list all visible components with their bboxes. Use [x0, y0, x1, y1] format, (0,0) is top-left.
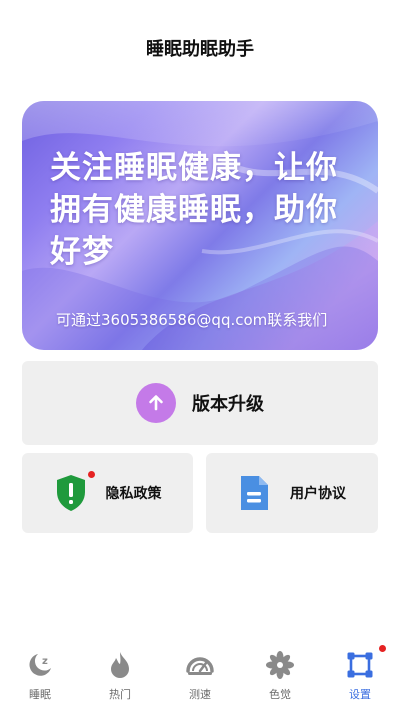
tab-color-vision[interactable]: 色觉: [240, 640, 320, 711]
page-title: 睡眠助眠助手: [146, 39, 254, 60]
privacy-policy-button[interactable]: 隐私政策: [22, 453, 193, 533]
flame-icon: [105, 650, 135, 680]
banner-contact-text: 可通过3605386586@qq.com联系我们: [56, 311, 328, 329]
tab-speed-test[interactable]: 测速: [160, 640, 240, 711]
upgrade-button[interactable]: 版本升级: [22, 361, 378, 445]
user-agreement-button[interactable]: 用户协议: [206, 453, 378, 533]
speedometer-icon: [185, 650, 215, 680]
shield-alert-icon: [54, 471, 95, 513]
header: 睡眠助眠助手: [0, 0, 400, 96]
banner-slogan: 关注睡眠健康，让你拥有健康睡眠，助你好梦: [50, 150, 338, 270]
tab-label: 热门: [109, 688, 131, 701]
bottom-tab-bar: z 睡眠 热门 测速 色觉 设置: [0, 640, 400, 711]
moon-zz-icon: z: [25, 650, 55, 680]
notification-badge: [87, 471, 95, 478]
svg-text:z: z: [42, 656, 48, 667]
upgrade-label: 版本升级: [192, 394, 264, 415]
tab-sleep[interactable]: z 睡眠: [0, 640, 80, 711]
notification-badge: [379, 645, 386, 652]
document-icon: [238, 473, 270, 513]
banner: 关注睡眠健康，让你拥有健康睡眠，助你好梦 可通过3605386586@qq.co…: [22, 101, 378, 350]
user-agreement-label: 用户协议: [290, 486, 346, 502]
flower-icon: [265, 650, 295, 680]
tab-label: 色觉: [269, 688, 291, 701]
arrow-up-icon: [136, 383, 176, 423]
settings-frame-icon: [345, 650, 375, 680]
tab-label: 测速: [189, 688, 211, 701]
tab-settings[interactable]: 设置: [320, 640, 400, 711]
privacy-policy-label: 隐私政策: [105, 486, 162, 502]
tab-hot[interactable]: 热门: [80, 640, 160, 711]
tab-label: 设置: [349, 688, 371, 701]
tab-label: 睡眠: [29, 688, 51, 701]
